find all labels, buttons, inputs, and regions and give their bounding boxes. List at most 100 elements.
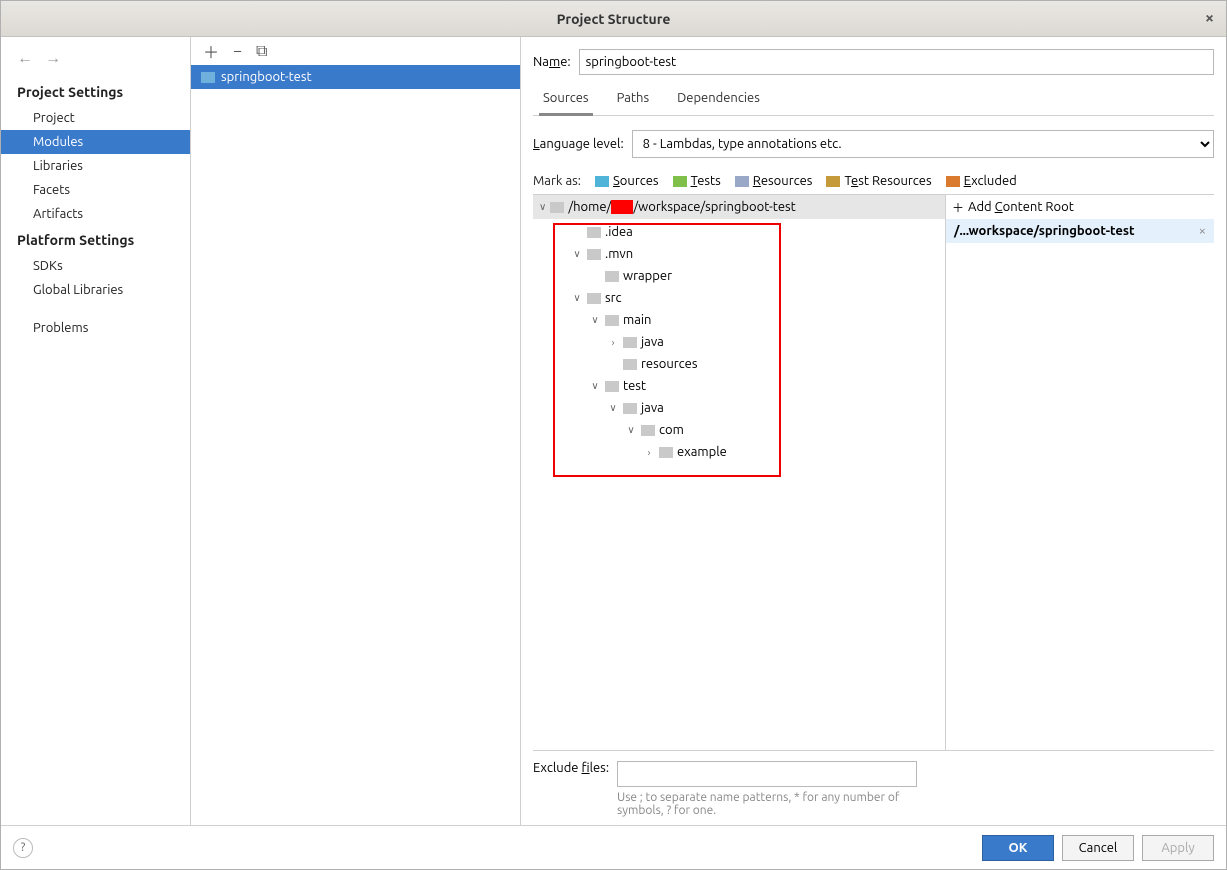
chevron-down-icon[interactable]: ∨ xyxy=(607,402,619,414)
root-path: /home//workspace/springboot-test xyxy=(568,200,795,215)
module-name: springboot-test xyxy=(221,70,312,84)
chevron-right-icon[interactable]: › xyxy=(643,447,655,458)
add-module-icon[interactable]: ＋ xyxy=(203,39,219,63)
tree-node[interactable]: › java xyxy=(533,331,945,353)
tree-node-label: test xyxy=(623,379,646,393)
chevron-down-icon[interactable]: ∨ xyxy=(571,248,583,260)
mark-as-label: Mark as: xyxy=(533,174,581,188)
plus-icon: ＋ xyxy=(952,199,964,216)
folder-icon xyxy=(587,249,601,260)
sidebar-item-global-libraries[interactable]: Global Libraries xyxy=(1,278,190,302)
tree-node-label: main xyxy=(623,313,651,327)
window-title: Project Structure xyxy=(557,11,671,27)
chevron-down-icon: ∨ xyxy=(539,201,546,213)
sidebar-item-libraries[interactable]: Libraries xyxy=(1,154,190,178)
module-list-pane: ＋ − ⧉ springboot-test xyxy=(191,37,521,825)
tree-node-label: .mvn xyxy=(605,247,633,261)
remove-content-root-icon[interactable]: × xyxy=(1199,224,1206,238)
remove-module-icon[interactable]: − xyxy=(233,42,242,60)
folder-tree[interactable]: .idea ∨ .mvn wrapper ∨ src ∨ main › java resources… xyxy=(533,219,945,465)
language-level-label: Language level: xyxy=(533,137,624,151)
redacted-segment xyxy=(611,200,633,214)
mark-excluded[interactable]: Excluded xyxy=(946,174,1017,188)
close-icon[interactable]: × xyxy=(1205,9,1214,27)
titlebar: Project Structure × xyxy=(1,1,1226,37)
folder-icon xyxy=(587,293,601,304)
nav-back-icon[interactable]: ← xyxy=(17,49,33,68)
tree-node-label: src xyxy=(605,291,622,305)
section-platform-settings: Platform Settings xyxy=(1,226,190,254)
tab-dependencies[interactable]: Dependencies xyxy=(673,85,764,115)
tree-node-label: com xyxy=(659,423,684,437)
resources-color-icon xyxy=(735,176,749,187)
folder-icon xyxy=(605,271,619,282)
mark-sources[interactable]: Sources xyxy=(595,174,659,188)
language-level-select[interactable]: 8 - Lambdas, type annotations etc. xyxy=(632,130,1214,158)
folder-icon xyxy=(623,403,637,414)
tree-node[interactable]: .idea xyxy=(533,221,945,243)
module-list-item[interactable]: springboot-test xyxy=(191,65,520,89)
left-sidebar: ← → Project Settings Project Modules Lib… xyxy=(1,37,191,825)
folder-icon xyxy=(623,359,637,370)
apply-button[interactable]: Apply xyxy=(1142,835,1214,861)
folder-icon xyxy=(587,227,601,238)
cancel-button[interactable]: Cancel xyxy=(1062,835,1134,861)
tree-node-label: java xyxy=(641,335,664,349)
tree-node-label: java xyxy=(641,401,664,415)
content-root-row[interactable]: ∨ /home//workspace/springboot-test xyxy=(533,195,945,219)
tree-node[interactable]: ∨ java xyxy=(533,397,945,419)
test-resources-color-icon xyxy=(826,176,840,187)
copy-module-icon[interactable]: ⧉ xyxy=(256,42,267,61)
content-root-item[interactable]: /...workspace/springboot-test × xyxy=(946,219,1214,243)
chevron-down-icon[interactable]: ∨ xyxy=(571,292,583,304)
exclude-hint: Use ; to separate name patterns, * for a… xyxy=(617,791,917,817)
nav-forward-icon[interactable]: → xyxy=(45,49,61,68)
folder-icon xyxy=(550,202,564,213)
folder-icon xyxy=(659,447,673,458)
tree-node[interactable]: resources xyxy=(533,353,945,375)
module-icon xyxy=(201,72,215,83)
name-input[interactable] xyxy=(579,49,1214,75)
sidebar-item-project[interactable]: Project xyxy=(1,106,190,130)
name-label: Name: xyxy=(533,55,571,69)
sources-color-icon xyxy=(595,176,609,187)
exclude-files-label: Exclude files: xyxy=(533,761,609,775)
tree-node[interactable]: ∨ com xyxy=(533,419,945,441)
content-root-path: /...workspace/springboot-test xyxy=(954,224,1135,238)
tests-color-icon xyxy=(673,176,687,187)
ok-button[interactable]: OK xyxy=(982,835,1054,861)
folder-icon xyxy=(605,315,619,326)
sidebar-item-sdks[interactable]: SDKs xyxy=(1,254,190,278)
excluded-color-icon xyxy=(946,176,960,187)
chevron-right-icon[interactable]: › xyxy=(607,337,619,348)
section-project-settings: Project Settings xyxy=(1,78,190,106)
sidebar-item-modules[interactable]: Modules xyxy=(1,130,190,154)
chevron-down-icon[interactable]: ∨ xyxy=(589,314,601,326)
tree-node-label: resources xyxy=(641,357,698,371)
sidebar-item-artifacts[interactable]: Artifacts xyxy=(1,202,190,226)
detail-pane: Name: Sources Paths Dependencies Languag… xyxy=(521,37,1226,825)
mark-tests[interactable]: Tests xyxy=(673,174,721,188)
help-icon[interactable]: ? xyxy=(13,838,33,858)
add-content-root-button[interactable]: ＋ Add Content Root xyxy=(946,195,1214,219)
tab-paths[interactable]: Paths xyxy=(613,85,654,115)
tree-node[interactable]: ∨ main xyxy=(533,309,945,331)
sidebar-item-problems[interactable]: Problems xyxy=(1,316,190,340)
tree-node[interactable]: ∨ .mvn xyxy=(533,243,945,265)
tree-node-label: .idea xyxy=(605,225,633,239)
sidebar-item-facets[interactable]: Facets xyxy=(1,178,190,202)
tree-node[interactable]: wrapper xyxy=(533,265,945,287)
tree-node-label: wrapper xyxy=(623,269,672,283)
mark-resources[interactable]: Resources xyxy=(735,174,813,188)
chevron-down-icon[interactable]: ∨ xyxy=(625,424,637,436)
chevron-down-icon[interactable]: ∨ xyxy=(589,380,601,392)
folder-icon xyxy=(641,425,655,436)
mark-test-resources[interactable]: Test Resources xyxy=(826,174,931,188)
tree-node[interactable]: ∨ test xyxy=(533,375,945,397)
folder-icon xyxy=(605,381,619,392)
exclude-files-input[interactable] xyxy=(617,761,917,787)
tab-sources[interactable]: Sources xyxy=(539,85,593,116)
tree-node[interactable]: ›example xyxy=(533,441,945,463)
tree-node[interactable]: ∨ src xyxy=(533,287,945,309)
folder-icon xyxy=(623,337,637,348)
